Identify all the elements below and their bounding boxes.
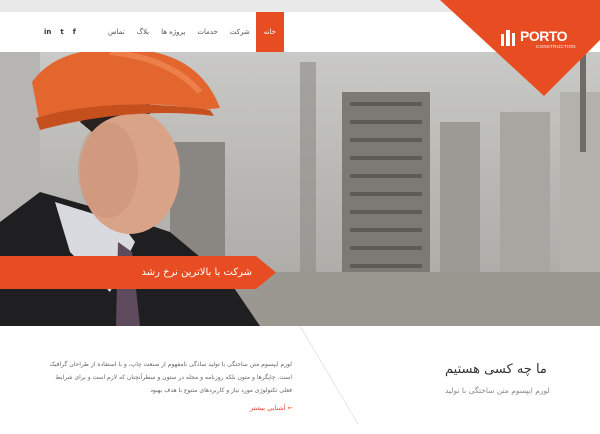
twitter-icon[interactable]: t <box>60 28 63 36</box>
nav-item-home[interactable]: خانه <box>255 12 284 52</box>
section-subtitle: لورم ایپسوم متن ساختگی با تولید <box>445 386 550 395</box>
logo-badge[interactable] <box>440 0 600 96</box>
intro-paragraph: لورم ایپسوم متن ساختگی با تولید سادگی نا… <box>49 361 292 394</box>
nav-item-projects[interactable]: پروژه ها <box>155 12 191 52</box>
logo-name: PORTO <box>520 28 568 44</box>
social-links: in t f <box>44 12 76 52</box>
linkedin-icon[interactable]: in <box>44 28 51 36</box>
hero-ribbon-text: شرکت با بالاترین نرخ رشد <box>141 267 252 278</box>
section-title: ما چه کسی هستیم <box>445 362 547 377</box>
read-more-link[interactable]: آشنایی بیشتر ← <box>250 404 293 412</box>
section-divider <box>300 326 359 425</box>
nav-item-services[interactable]: خدمات <box>191 12 223 52</box>
main-nav: تماس بلاگ پروژه ها خدمات شرکت خانه <box>102 12 284 52</box>
nav-item-blog[interactable]: بلاگ <box>131 12 155 52</box>
facebook-icon[interactable]: f <box>73 28 76 36</box>
logo-subtitle: CONSTRUCTION <box>536 44 576 49</box>
nav-item-company[interactable]: شرکت <box>224 12 256 52</box>
nav-item-contact[interactable]: تماس <box>102 12 131 52</box>
building-icon <box>501 30 515 46</box>
